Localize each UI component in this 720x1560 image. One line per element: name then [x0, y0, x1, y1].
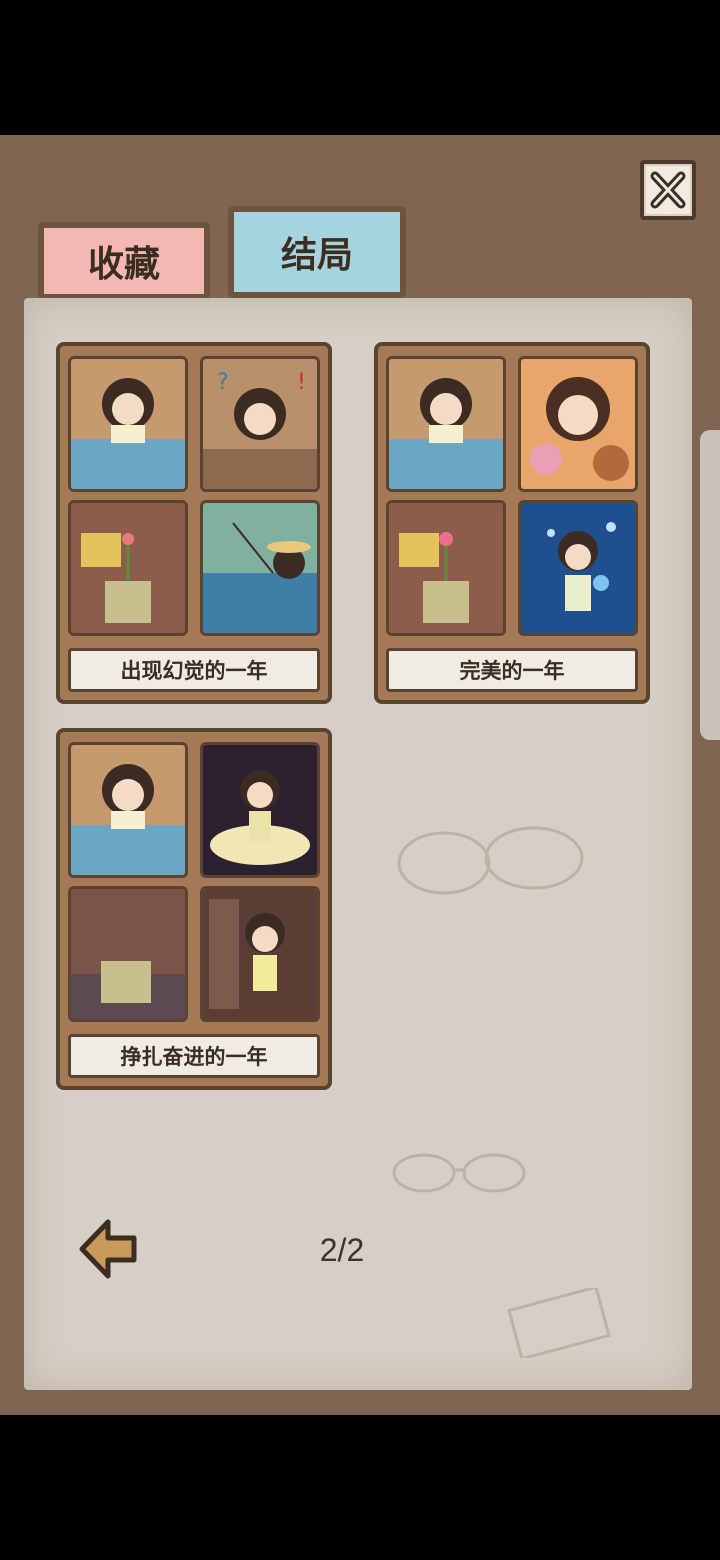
scene-thumb [68, 742, 188, 878]
scene-thumb [518, 500, 638, 636]
scene-thumb [68, 500, 188, 636]
ending-card-2[interactable]: 完美的一年 [374, 342, 650, 704]
ending-card-1[interactable]: ? ! 出现幻觉的一年 [56, 342, 332, 704]
svg-text:?: ? [217, 370, 229, 395]
sketch-shoes-icon [397, 826, 584, 895]
scene-thumb [68, 886, 188, 1022]
scene-thumb [518, 356, 638, 492]
tab-endings[interactable]: 结局 [228, 206, 406, 298]
scene-thumb [200, 742, 320, 878]
page-indicator: 2/2 [319, 1232, 365, 1268]
tab-collection-label: 收藏 [87, 244, 160, 285]
close-icon [650, 171, 686, 209]
tab-collection[interactable]: 收藏 [38, 222, 210, 300]
sketch-glasses-icon [392, 1153, 526, 1193]
tab-endings-label: 结局 [280, 235, 353, 276]
scene-thumb [386, 356, 506, 492]
scene-thumb [200, 886, 320, 1022]
close-button[interactable] [640, 160, 696, 220]
ending-title: 出现幻觉的一年 [68, 648, 320, 692]
scene-thumb [200, 500, 320, 636]
sketch-book-icon [507, 1288, 611, 1358]
ending-title: 挣扎奋进的一年 [68, 1034, 320, 1078]
scene-thumb [386, 500, 506, 636]
ending-title: 完美的一年 [386, 648, 638, 692]
scrollbar[interactable] [700, 430, 720, 740]
scene-thumb: ? ! [200, 356, 320, 492]
scene-thumb [68, 356, 188, 492]
svg-text:!: ! [297, 370, 306, 395]
ending-card-3[interactable]: 挣扎奋进的一年 [56, 728, 332, 1090]
back-arrow-icon[interactable] [76, 1216, 140, 1282]
